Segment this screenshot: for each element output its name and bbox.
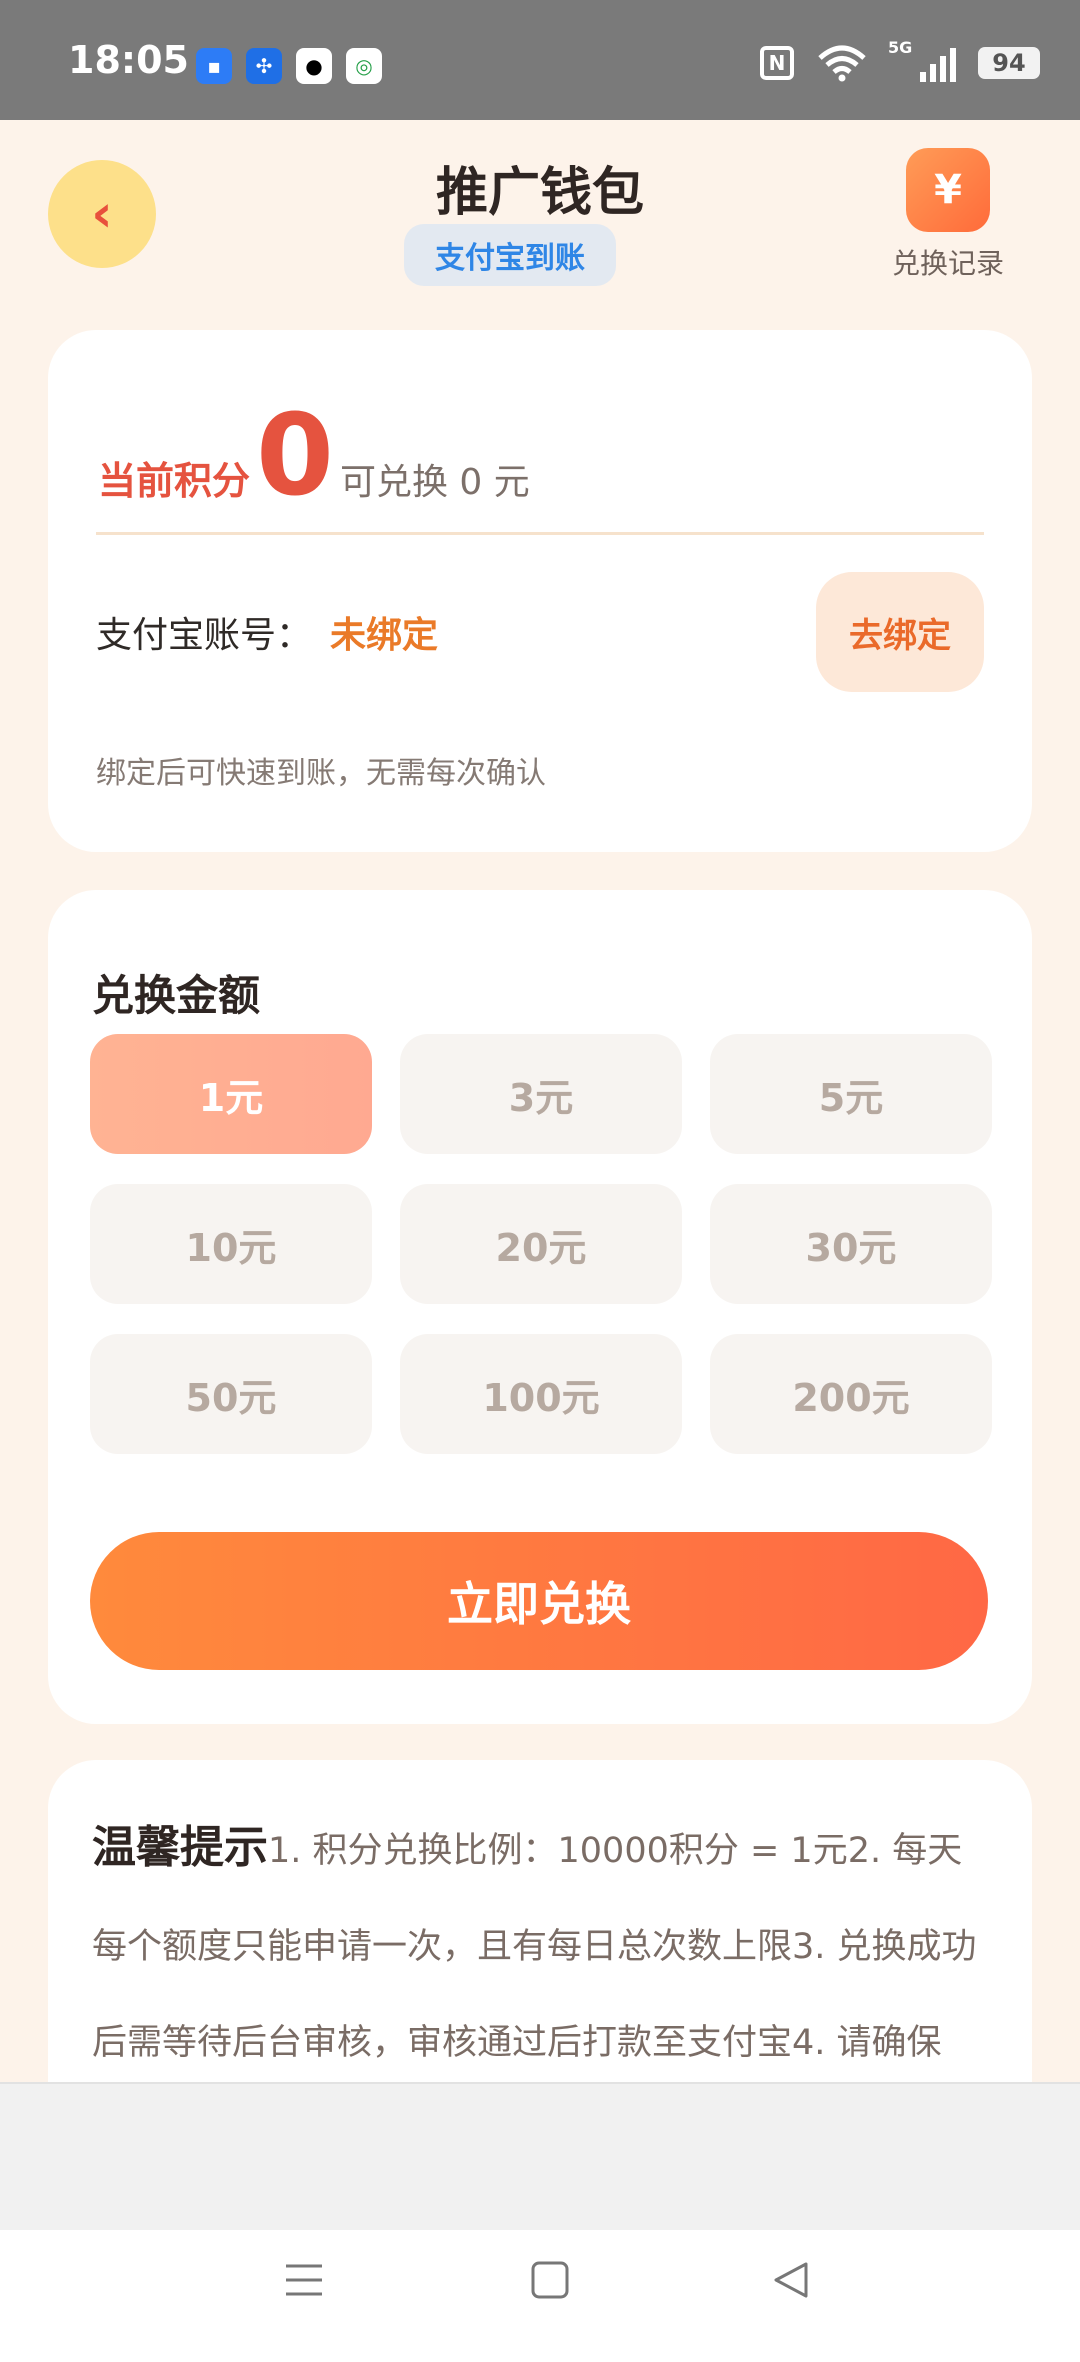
navigation-bar xyxy=(0,2230,1080,2362)
exchange-card: 兑换金额 1元 3元 5元 10元 20元 30元 50元 100元 200元 … xyxy=(48,890,1032,1724)
exchange-record-button[interactable]: ¥ 兑换记录 xyxy=(882,148,1012,288)
divider xyxy=(96,532,984,535)
amount-option-3[interactable]: 3元 xyxy=(400,1034,682,1154)
alipay-account-label: 支付宝账号： xyxy=(96,615,313,656)
network-type: 5G xyxy=(888,38,913,57)
battery-icon: 94 xyxy=(978,47,1040,79)
status-bar: 18:05 ▪ ✣ ● ◎ N 5G 94 xyxy=(0,0,1080,120)
status-time: 18:05 xyxy=(68,38,189,82)
home-icon[interactable] xyxy=(530,2260,570,2300)
exchange-record-label: 兑换记录 xyxy=(891,247,1004,280)
tips-title: 温馨提示 xyxy=(92,1822,268,1873)
header: ‹ 推广钱包 支付宝到账 ¥ 兑换记录 xyxy=(0,120,1080,320)
china-mobile-icon: ◎ xyxy=(346,48,382,84)
redeemable-amount: 可兑换 0 元 xyxy=(339,462,530,503)
signal-icon: 5G xyxy=(888,38,956,82)
wifi-icon xyxy=(816,44,868,82)
alipay-account-status: 未绑定 xyxy=(330,615,439,656)
amount-option-20[interactable]: 20元 xyxy=(400,1184,682,1304)
exchange-amount-title: 兑换金额 xyxy=(92,971,261,1020)
yen-icon: ¥ xyxy=(906,148,990,232)
exchange-now-button[interactable]: 立即兑换 xyxy=(90,1532,988,1670)
alipay-badge: 支付宝到账 xyxy=(404,224,616,286)
points-row: 当前积分 0 可兑换 0 元 xyxy=(98,400,530,520)
amount-option-200[interactable]: 200元 xyxy=(710,1334,992,1454)
back-triangle-icon[interactable] xyxy=(772,2260,812,2300)
bottom-overlay xyxy=(0,2082,1080,2232)
amount-option-30[interactable]: 30元 xyxy=(710,1184,992,1304)
menu-icon[interactable] xyxy=(284,2260,324,2300)
points-card: 当前积分 0 可兑换 0 元 支付宝账号： 未绑定 去绑定 绑定后可快速到账，无… xyxy=(48,330,1032,852)
tips-content: 温馨提示1. 积分兑换比例：10000积分 = 1元2. 每天每个额度只能申请一… xyxy=(92,1800,992,2091)
notification-icons: ▪ ✣ ● ◎ xyxy=(196,48,382,84)
bind-hint: 绑定后可快速到账，无需每次确认 xyxy=(96,756,546,791)
system-status: N 5G 94 xyxy=(760,38,1040,82)
pinwheel-icon: ✣ xyxy=(246,48,282,84)
amount-option-5[interactable]: 5元 xyxy=(710,1034,992,1154)
amount-option-1[interactable]: 1元 xyxy=(90,1034,372,1154)
amount-grid: 1元 3元 5元 10元 20元 30元 50元 100元 200元 xyxy=(90,1034,992,1454)
bind-alipay-button[interactable]: 去绑定 xyxy=(816,572,984,692)
amount-option-10[interactable]: 10元 xyxy=(90,1184,372,1304)
nfc-icon: N xyxy=(760,46,794,80)
points-label: 当前积分 xyxy=(98,459,251,503)
amount-option-100[interactable]: 100元 xyxy=(400,1334,682,1454)
points-value: 0 xyxy=(256,391,334,521)
message-icon: ▪ xyxy=(196,48,232,84)
qq-penguin-icon: ● xyxy=(296,48,332,84)
amount-option-50[interactable]: 50元 xyxy=(90,1334,372,1454)
